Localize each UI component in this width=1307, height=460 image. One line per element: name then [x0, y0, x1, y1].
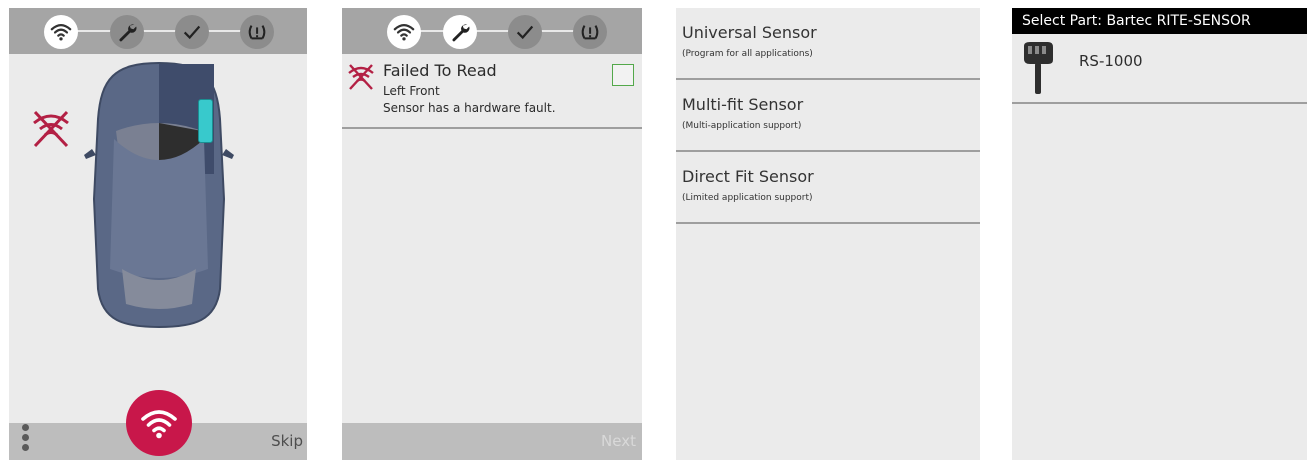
header-bar: Select Part: Bartec RITE-SENSOR [1012, 8, 1307, 34]
wifi-icon [393, 24, 415, 41]
option-subtitle: (Limited application support) [682, 193, 813, 203]
step-program[interactable] [443, 15, 477, 49]
results-screen: Failed To Read Left Front Sensor has a h… [342, 8, 642, 460]
fault-title: Failed To Read [383, 61, 497, 80]
step-tpms[interactable] [240, 15, 274, 49]
step-tpms[interactable] [573, 15, 607, 49]
part-list-item[interactable]: RS-1000 [1012, 34, 1307, 104]
step-program[interactable] [110, 15, 144, 49]
option-subtitle: (Multi-application support) [682, 121, 802, 131]
read-sensor-button[interactable] [126, 390, 192, 456]
option-universal-sensor[interactable]: Universal Sensor (Program for all applic… [676, 8, 980, 80]
wrench-icon [119, 24, 137, 42]
read-sensor-screen: Skip [9, 8, 307, 460]
tpms-warning-icon [581, 25, 599, 40]
step-bar [9, 8, 307, 54]
option-title: Multi-fit Sensor [682, 95, 804, 114]
option-title: Universal Sensor [682, 23, 817, 42]
sensor-failed-icon [33, 110, 69, 148]
option-direct-fit-sensor[interactable]: Direct Fit Sensor (Limited application s… [676, 152, 980, 224]
step-read[interactable] [387, 15, 421, 49]
fault-message: Sensor has a hardware fault. [383, 101, 556, 115]
step-connector [404, 30, 594, 32]
bottom-bar: Next [342, 423, 642, 460]
option-title: Direct Fit Sensor [682, 167, 814, 186]
step-connector [61, 30, 257, 32]
wifi-icon [50, 24, 72, 41]
fault-list-item[interactable]: Failed To Read Left Front Sensor has a h… [342, 55, 642, 129]
select-checkbox[interactable] [612, 64, 634, 86]
check-icon [516, 25, 534, 40]
sensor-type-screen: Universal Sensor (Program for all applic… [676, 8, 980, 460]
wifi-icon [141, 410, 177, 439]
page-title: Select Part: Bartec RITE-SENSOR [1022, 13, 1251, 29]
option-subtitle: (Program for all applications) [682, 49, 813, 59]
sensor-failed-icon [348, 64, 374, 90]
skip-button[interactable]: Skip [271, 432, 303, 450]
check-icon [183, 25, 201, 40]
left-front-sensor-highlight [198, 99, 213, 143]
step-read[interactable] [44, 15, 78, 49]
step-verify[interactable] [508, 15, 542, 49]
more-menu-icon[interactable] [21, 424, 31, 458]
wrench-icon [452, 24, 470, 42]
step-bar [342, 8, 642, 54]
option-multi-fit-sensor[interactable]: Multi-fit Sensor (Multi-application supp… [676, 80, 980, 152]
part-label: RS-1000 [1079, 52, 1143, 70]
fault-location: Left Front [383, 84, 440, 98]
next-button[interactable]: Next [601, 432, 636, 450]
tpms-warning-icon [248, 25, 266, 40]
sensor-part-icon [1024, 42, 1053, 94]
step-verify[interactable] [175, 15, 209, 49]
select-part-screen: Select Part: Bartec RITE-SENSOR RS-1000 [1012, 8, 1307, 460]
